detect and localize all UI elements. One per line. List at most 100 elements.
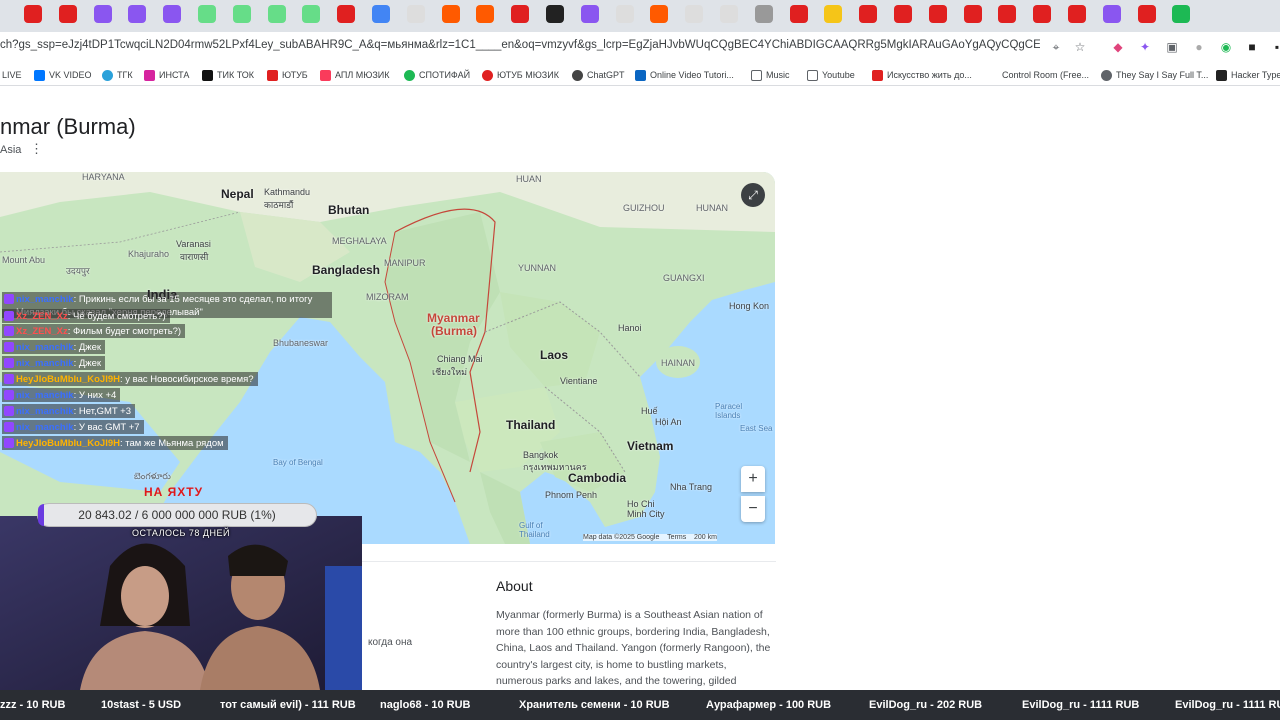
- bookmark-item[interactable]: Online Video Tutori...: [635, 67, 734, 83]
- browser-tab[interactable]: [685, 5, 704, 23]
- chat-username: HeyJIoBuMbIu_KoJI9H: [16, 374, 120, 385]
- map-label-city: Varanasi: [176, 239, 211, 249]
- map-label-city: Huế: [641, 406, 658, 416]
- chat-badge-icon: [4, 294, 14, 304]
- instagram-icon: [144, 69, 155, 81]
- browser-tab[interactable]: [894, 5, 912, 23]
- image-icon[interactable]: ▣: [1165, 40, 1179, 54]
- bookmark-item[interactable]: ЮТУБ: [267, 67, 308, 83]
- chat-badge-icon: [4, 311, 14, 321]
- browser-tab[interactable]: [963, 5, 982, 23]
- browser-tab[interactable]: [824, 5, 843, 23]
- browser-tab[interactable]: [1102, 5, 1121, 23]
- bookmark-item[interactable]: They Say I Say Full T...: [1101, 67, 1208, 83]
- map-label: HUAN: [516, 174, 542, 184]
- hacker-icon: [1216, 69, 1227, 81]
- browser-tab[interactable]: [58, 5, 77, 23]
- url-field[interactable]: ch?gs_ssp=eJzj4tDP1TcwqciLN2D04rmw52LPxf…: [0, 39, 1040, 57]
- browser-tab[interactable]: [859, 5, 878, 23]
- bookmark-folder[interactable]: Music: [751, 67, 790, 83]
- expand-map-icon[interactable]: ⤢: [741, 183, 765, 207]
- bookmark-item[interactable]: VK VIDEO: [34, 67, 92, 83]
- map-scale: 200 km: [694, 534, 717, 541]
- extension-icon[interactable]: ✦: [1138, 40, 1152, 54]
- bookmark-item[interactable]: АПЛ МЮЗИК: [320, 67, 390, 83]
- browser-tab[interactable]: [789, 5, 808, 23]
- browser-tab[interactable]: [24, 5, 42, 23]
- browser-tab[interactable]: [720, 5, 738, 23]
- browser-tab[interactable]: [302, 5, 321, 23]
- location-icon[interactable]: ⌖: [1049, 40, 1063, 54]
- chat-badge-icon: [4, 326, 14, 336]
- bookmark-item[interactable]: Искусство жить до...: [872, 67, 972, 83]
- bookmark-item[interactable]: ИНСТА: [144, 67, 189, 83]
- bookmark-item[interactable]: LIVE: [2, 67, 22, 83]
- browser-tab[interactable]: [1172, 5, 1191, 23]
- bookmark-item[interactable]: Control Room (Free...: [987, 67, 1089, 83]
- browser-tab[interactable]: [650, 5, 669, 23]
- browser-tab[interactable]: [1068, 5, 1086, 23]
- browser-tab[interactable]: [267, 5, 286, 23]
- bookmark-star-icon[interactable]: ☆: [1073, 40, 1087, 54]
- browser-tab[interactable]: [1137, 5, 1156, 23]
- chat-username: HeyJIoBuMbIu_KoJI9H: [16, 438, 120, 449]
- browser-tab[interactable]: [998, 5, 1017, 23]
- zoom-in-button[interactable]: +: [741, 466, 765, 492]
- ticker-item: тот самый evil) - 111 RUB: [220, 699, 356, 711]
- map-panel[interactable]: HARYANA Nepal Kathmandu काठमाडौं Bhutan …: [0, 172, 775, 544]
- bookmark-folder[interactable]: Youtube: [807, 67, 855, 83]
- bookmark-item[interactable]: СПОТИФАЙ: [404, 67, 470, 83]
- chat-message: HeyJIoBuMbIu_KoJI9H: у вас Новосибирское…: [2, 372, 258, 386]
- chat-username: nix_manchik: [16, 294, 74, 305]
- browser-tab[interactable]: [232, 5, 251, 23]
- browser-tab[interactable]: [511, 5, 530, 23]
- more-options-icon[interactable]: ⋮: [30, 141, 43, 157]
- map-attribution: Map data ©2025 Google Terms 200 km: [583, 534, 717, 541]
- ticker-item: 10stast - 5 USD: [101, 699, 182, 711]
- extension-icon[interactable]: ◆: [1111, 40, 1125, 54]
- browser-tab[interactable]: [163, 5, 182, 23]
- zoom-out-button[interactable]: −: [741, 496, 765, 522]
- bookmark-item[interactable]: ТГК: [102, 67, 133, 83]
- chat-badge-icon: [4, 422, 14, 432]
- browser-tab[interactable]: [476, 5, 495, 23]
- browser-tab[interactable]: [615, 5, 634, 23]
- browser-tab[interactable]: [546, 5, 564, 23]
- p-icon: [872, 69, 883, 81]
- browser-tab[interactable]: [198, 5, 216, 23]
- extension-icon[interactable]: ▪: [1270, 40, 1280, 54]
- chat-username: Xz_ZEN_Xz: [16, 311, 68, 322]
- map-label: HARYANA: [82, 172, 125, 182]
- chat-badge-icon: [4, 438, 14, 448]
- donation-goal-bar: 20 843.02 / 6 000 000 000 RUB (1%): [37, 503, 317, 527]
- bookmark-item[interactable]: ТИК ТОК: [202, 67, 254, 83]
- browser-tab[interactable]: [337, 5, 356, 23]
- page-icon: [987, 69, 998, 81]
- bookmark-item[interactable]: Hacker Type: [1216, 67, 1280, 83]
- map-label: YUNNAN: [518, 263, 557, 273]
- bookmark-item[interactable]: ЮТУБ МЮЗИК: [482, 67, 559, 83]
- extension-icon[interactable]: ■: [1245, 40, 1259, 54]
- terms-link[interactable]: Terms: [667, 534, 686, 541]
- map-label: GUANGXI: [663, 273, 705, 283]
- browser-tab[interactable]: [580, 5, 599, 23]
- map-label: HUNAN: [696, 203, 729, 213]
- extension-icon[interactable]: ●: [1192, 40, 1206, 54]
- map-label-city: Nha Trang: [670, 482, 713, 492]
- bookmark-item[interactable]: ChatGPT: [572, 67, 625, 83]
- browser-tab[interactable]: [128, 5, 147, 23]
- ticker-item: naglo68 - 10 RUB: [380, 699, 471, 711]
- browser-tab[interactable]: [406, 5, 425, 23]
- extension-icon[interactable]: ◉: [1219, 40, 1233, 54]
- browser-tab[interactable]: [372, 5, 390, 23]
- browser-tab[interactable]: [928, 5, 947, 23]
- page-subtitle: Asia: [0, 144, 22, 156]
- map-label-sea: Gulf of Thailand: [519, 521, 550, 539]
- browser-tab[interactable]: [754, 5, 773, 23]
- map-label-country: Bangladesh: [312, 263, 381, 277]
- browser-tab[interactable]: [93, 5, 112, 23]
- browser-tab[interactable]: [1033, 5, 1052, 23]
- map-label-city: Bangkok: [523, 450, 559, 460]
- browser-tab[interactable]: [441, 5, 460, 23]
- chat-message: Xz_ZEN_Xz: Фильм будет смотреть?): [2, 324, 186, 338]
